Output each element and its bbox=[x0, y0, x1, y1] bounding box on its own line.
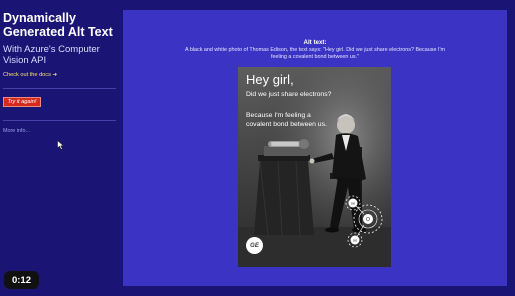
more-info-link[interactable]: More info... bbox=[3, 128, 30, 134]
mouse-cursor-icon bbox=[57, 140, 65, 150]
video-frame: Dynamically Generated Alt Text With Azur… bbox=[0, 0, 515, 296]
alt-text-label: Alt text: bbox=[303, 39, 327, 46]
sidebar: Dynamically Generated Alt Text With Azur… bbox=[0, 0, 118, 296]
atom-label-o: O bbox=[366, 217, 370, 223]
edison-meme-image: H O H Hey girl, Did we just share electr… bbox=[238, 67, 391, 267]
atom-label-h1: H bbox=[351, 201, 354, 206]
docs-link[interactable]: Check out the docs ➜ bbox=[3, 72, 57, 78]
meme-headline: Hey girl, bbox=[246, 72, 294, 87]
page-title: Dynamically Generated Alt Text bbox=[3, 11, 113, 39]
ge-logo-icon: GE bbox=[246, 237, 263, 254]
meme-line-3: Because I'm feeling a covalent bond betw… bbox=[246, 112, 327, 128]
atom-label-h2: H bbox=[353, 238, 356, 243]
alt-text-description: A black and white photo of Thomas Edison… bbox=[185, 47, 445, 60]
divider bbox=[3, 88, 116, 89]
main-panel: Alt text: A black and white photo of Tho… bbox=[123, 10, 507, 286]
meme-line-2: Did we just share electrons? bbox=[246, 91, 332, 98]
page-subtitle: With Azure's Computer Vision API bbox=[3, 44, 100, 66]
divider bbox=[3, 120, 116, 121]
try-again-button[interactable]: Try it again! bbox=[3, 97, 41, 107]
video-timestamp: 0:12 bbox=[4, 271, 39, 289]
